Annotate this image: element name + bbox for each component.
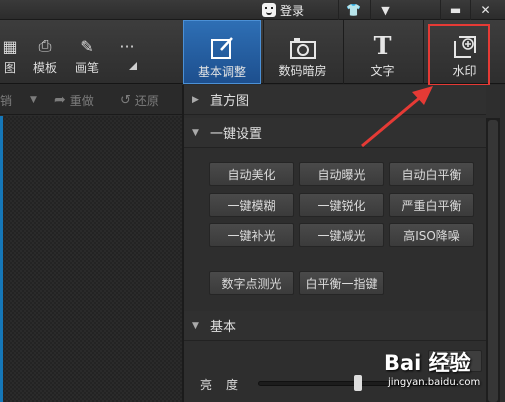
severe-white-balance-button[interactable]: 严重白平衡 (389, 193, 474, 217)
restore-label: 还原 (134, 93, 159, 108)
tool-template[interactable]: ⎙ 模板 (30, 20, 60, 84)
text-icon: T (373, 31, 392, 60)
brightness-slider-handle[interactable] (354, 375, 362, 391)
redo-icon: ➦ (54, 92, 66, 108)
redo-button[interactable]: ➦ 重做 (54, 85, 94, 115)
printer-icon: ⎙ (38, 36, 52, 55)
tab-darkroom[interactable]: 数码暗房 (263, 20, 341, 84)
tool-brush-label: 画笔 (74, 61, 99, 75)
restore-icon: ↺ (120, 92, 131, 108)
one-click-fill-light-button[interactable]: 一键补光 (209, 223, 294, 247)
section-oneclick-title: 一键设置 (210, 127, 263, 142)
high-iso-denoise-button[interactable]: 高ISO降噪 (389, 223, 474, 247)
brightness-label: 亮度 (200, 378, 253, 392)
one-click-reduce-light-button[interactable]: 一键减光 (299, 223, 384, 247)
user-face-icon (262, 3, 276, 17)
toolbar-expand-triangle[interactable] (129, 62, 137, 70)
tab-basic-adjust-label: 基本调整 (197, 65, 246, 79)
restore-button[interactable]: ↺ 还原 (120, 85, 159, 115)
section-histogram[interactable]: ▶ 直方图 (184, 85, 486, 115)
canvas-image-edge (0, 116, 3, 402)
brush-icon: ✎ (80, 37, 94, 56)
tool-more[interactable]: ··· (112, 20, 142, 84)
section-basic-title: 基本 (210, 320, 237, 335)
tool-brush[interactable]: ✎ 画笔 (72, 20, 102, 84)
login-button[interactable]: 登录 (262, 1, 304, 19)
image-canvas[interactable] (0, 116, 182, 402)
baidu-jingyan-watermark: Bai 经验 jingyan.baidu.com (378, 343, 500, 398)
camera-icon (289, 20, 317, 60)
section-histogram-title: 直方图 (210, 94, 250, 109)
undo-label: 销 (0, 93, 13, 108)
section-oneclick[interactable]: ▼ 一键设置 (184, 118, 486, 148)
grid-icon: ▦ (2, 37, 18, 56)
watermark-logo: Bai 经验 (384, 351, 471, 375)
title-bar: 登录 👕 ▼ ▬ ✕ (0, 0, 505, 20)
edit-icon (209, 21, 235, 61)
spot-metering-button[interactable]: 数字点测光 (209, 271, 294, 295)
expanded-arrow-icon: ▼ (192, 320, 199, 331)
tool-template-label: 模板 (32, 61, 57, 75)
undo-button[interactable]: 销 ▼ (0, 85, 37, 115)
more-icon: ··· (119, 37, 135, 56)
section-basic[interactable]: ▼ 基本 (184, 311, 486, 341)
undo-dropdown-icon[interactable]: ▼ (30, 95, 37, 105)
login-label: 登录 (280, 3, 305, 18)
auto-exposure-button[interactable]: 自动曝光 (299, 162, 384, 186)
expanded-arrow-icon: ▼ (192, 127, 199, 138)
redo-label: 重做 (69, 93, 94, 108)
tab-basic-adjust[interactable]: 基本调整 (183, 20, 261, 84)
tool-pattern-label: 图 (3, 61, 16, 75)
close-button[interactable]: ✕ (470, 0, 500, 20)
tab-text-label: 文字 (370, 64, 395, 78)
maximize-button[interactable]: ▬ (440, 0, 470, 20)
close-icon: ✕ (480, 3, 491, 17)
maximize-icon: ▬ (449, 3, 462, 17)
one-click-sharpen-button[interactable]: 一键锐化 (299, 193, 384, 217)
tab-darkroom-label: 数码暗房 (278, 64, 327, 78)
menu-button[interactable]: ▼ (370, 0, 400, 20)
collapsed-arrow-icon: ▶ (192, 94, 199, 105)
menu-down-icon: ▼ (381, 3, 390, 17)
one-click-blur-button[interactable]: 一键模糊 (209, 193, 294, 217)
tab-text[interactable]: T 文字 (343, 20, 421, 84)
tool-pattern[interactable]: ▦ 图 (0, 20, 20, 84)
shirt-icon: 👕 (346, 3, 361, 17)
auto-white-balance-button[interactable]: 自动白平衡 (389, 162, 474, 186)
watermark-url: jingyan.baidu.com (388, 377, 481, 388)
skin-button[interactable]: 👕 (338, 0, 368, 20)
white-balance-picker-button[interactable]: 白平衡一指键 (299, 271, 384, 295)
edit-history-bar: 销 ▼ ➦ 重做 ↺ 还原 (0, 85, 182, 115)
auto-beautify-button[interactable]: 自动美化 (209, 162, 294, 186)
watermark-tab-highlight (428, 24, 490, 86)
